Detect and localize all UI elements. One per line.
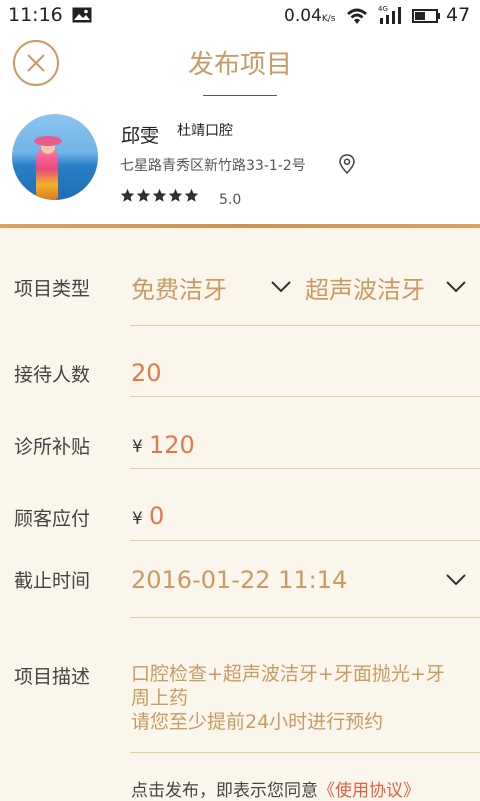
image-notification-icon (72, 7, 92, 23)
rating-stars (120, 188, 199, 203)
battery-icon (412, 9, 440, 23)
row-divider (130, 325, 480, 326)
project-type-label: 项目类型 (14, 278, 91, 300)
description-label: 项目描述 (14, 666, 91, 688)
row-divider (130, 396, 480, 397)
svg-text:4G: 4G (378, 5, 388, 13)
row-divider (130, 752, 480, 753)
reception-count-label: 接待人数 (14, 364, 91, 386)
star-icon (120, 188, 135, 202)
customer-pay-label: 顾客应付 (14, 508, 91, 530)
chevron-down-icon[interactable] (270, 280, 292, 294)
star-icon (168, 188, 183, 202)
project-subcategory-select[interactable]: 超声波洁牙 (305, 270, 425, 305)
row-divider (130, 540, 480, 541)
user-name: 邱雯 (121, 125, 160, 147)
description-line: 请您至少提前24小时进行预约 (131, 711, 384, 733)
deadline-label: 截止时间 (14, 570, 91, 592)
chevron-down-icon[interactable] (445, 280, 467, 294)
description-line: 口腔检查+超声波洁牙+牙面抛光+牙 (131, 663, 445, 685)
deadline-select[interactable]: 2016-01-22 11:14 (131, 566, 347, 594)
project-category-select[interactable]: 免费洁牙 (131, 270, 227, 305)
clinic-address: 七星路青秀区新竹路33-1-2号 (120, 158, 306, 174)
description-line: 周上药 (131, 687, 189, 709)
gold-divider (0, 224, 480, 228)
description-input[interactable]: 口腔检查+超声波洁牙+牙面抛光+牙 周上药 请您至少提前24小时进行预约 (131, 662, 471, 734)
battery-level: 47 (446, 4, 471, 26)
clinic-subsidy-label: 诊所补贴 (14, 436, 91, 458)
row-divider (130, 468, 480, 469)
row-divider (130, 617, 480, 618)
avatar[interactable] (12, 114, 98, 200)
currency-symbol: ¥ (132, 437, 143, 457)
wifi-icon (347, 8, 367, 24)
network-speed: 0.04K/s (284, 6, 336, 26)
currency-symbol: ¥ (132, 509, 143, 529)
page-title: 发布项目 (187, 50, 292, 80)
clinic-name: 杜靖口腔 (177, 123, 233, 139)
agreement-notice: 点击发布，即表示您同意《使用协议》 (131, 776, 420, 801)
customer-pay-input[interactable]: 0 (149, 502, 164, 530)
clinic-subsidy-input[interactable]: 120 (149, 431, 195, 459)
avatar-person-body (36, 148, 58, 200)
star-icon (152, 188, 167, 202)
status-time: 11:16 (8, 4, 63, 26)
signal-4g-icon: 4G (378, 5, 401, 24)
location-pin-icon[interactable] (338, 154, 356, 174)
star-icon (184, 188, 199, 202)
terms-link[interactable]: 《使用协议》 (318, 781, 420, 801)
status-bar: 11:16 0.04K/s 4G 47 (0, 0, 480, 32)
reception-count-input[interactable]: 20 (131, 359, 162, 387)
avatar-person-hat (34, 136, 62, 146)
title-underline (203, 95, 277, 96)
star-icon (136, 188, 151, 202)
rating-value: 5.0 (219, 192, 242, 208)
agreement-text: 点击发布，即表示您同意 (131, 781, 318, 801)
chevron-down-icon[interactable] (445, 573, 467, 587)
profile-card: 邱雯 杜靖口腔 七星路青秀区新竹路33-1-2号 5.0 (0, 104, 480, 226)
